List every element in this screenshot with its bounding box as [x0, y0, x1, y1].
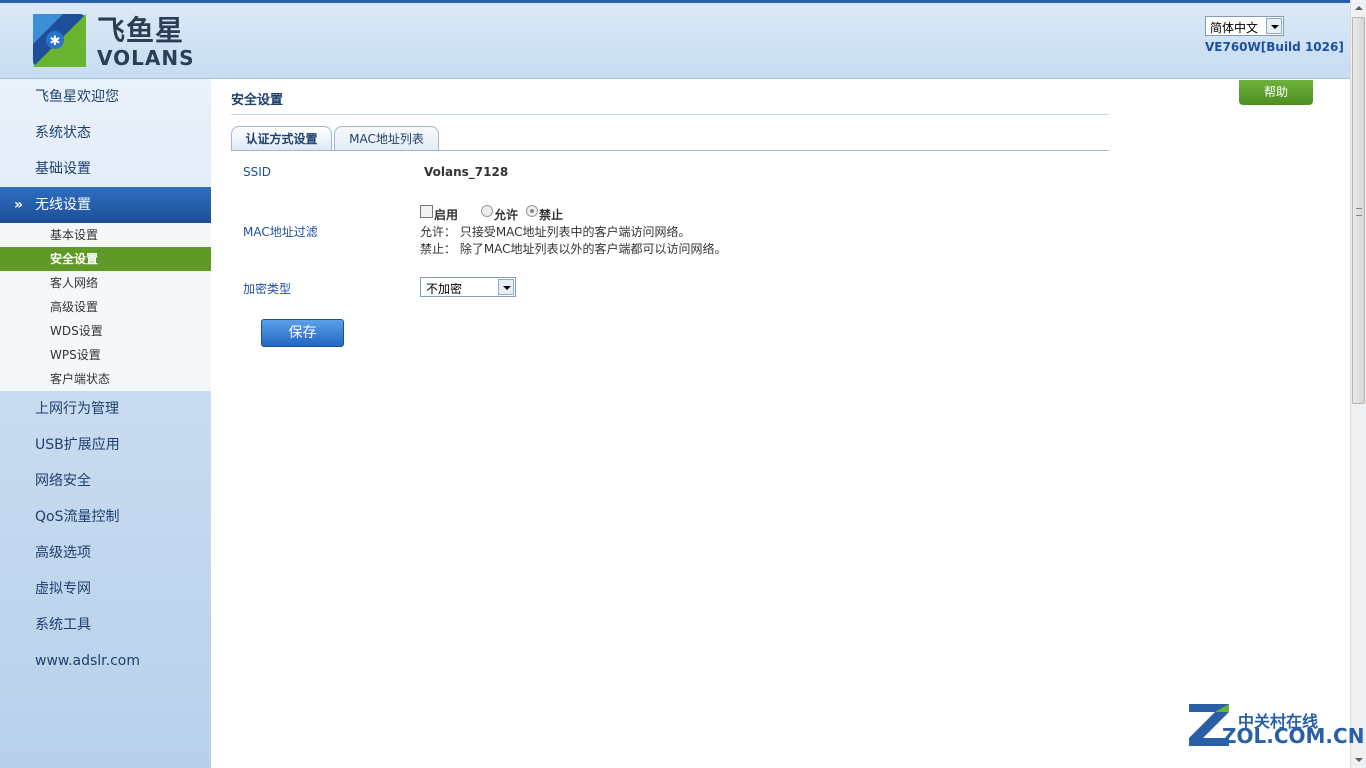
tab-auth-settings[interactable]: 认证方式设置 [231, 126, 332, 151]
submenu-item-client-status[interactable]: 客户端状态 [0, 367, 211, 391]
logo-text-cn: 飞鱼星 [97, 14, 185, 47]
wireless-submenu: 基本设置 安全设置 客人网络 高级设置 WDS设置 WPS设置 客户端状态 [0, 223, 211, 391]
sidebar-item-vpn[interactable]: 虚拟专网 [0, 571, 211, 607]
scroll-thumb[interactable] [1352, 17, 1365, 404]
sidebar-item-qos[interactable]: QoS流量控制 [0, 499, 211, 535]
submenu-item-basic[interactable]: 基本设置 [0, 223, 211, 247]
deny-description: 禁止： 除了MAC地址列表以外的客户端都可以访问网络。 [420, 242, 727, 256]
tab-mac-list[interactable]: MAC地址列表 [334, 126, 439, 151]
deny-radio[interactable] [526, 205, 538, 217]
chevron-down-icon[interactable] [1266, 18, 1282, 34]
sidebar-item-behavior-management[interactable]: 上网行为管理 [0, 391, 211, 427]
save-button[interactable]: 保存 [261, 319, 344, 347]
allow-description: 允许： 只接受MAC地址列表中的客户端访问网络。 [420, 225, 691, 239]
mac-filter-enable-checkbox[interactable] [420, 205, 433, 218]
divider [231, 114, 1109, 115]
allow-radio[interactable] [481, 205, 493, 217]
build-version: VE760W[Build 1026] [1205, 40, 1344, 54]
ssid-value: Volans_7128 [424, 165, 509, 179]
logo-text-en: VOLANS [97, 46, 195, 70]
scroll-up-arrow-icon[interactable] [1351, 0, 1366, 16]
sidebar-item-usb[interactable]: USB扩展应用 [0, 427, 211, 463]
help-button[interactable]: 帮助 [1239, 80, 1313, 105]
vertical-scrollbar[interactable] [1350, 0, 1366, 768]
logo[interactable]: ✱ 飞鱼星 VOLANS [33, 14, 195, 70]
sidebar-item-wireless-settings[interactable]: » 无线设置 [0, 187, 211, 223]
language-select-value: 简体中文 [1210, 21, 1259, 35]
header: ✱ 飞鱼星 VOLANS 简体中文 VE760W[Build 1026] [0, 0, 1350, 79]
page-title: 安全设置 [231, 93, 284, 108]
watermark-text-en: ZOL.COM.CN [1222, 724, 1365, 748]
encryption-select[interactable]: 不加密 [420, 277, 516, 297]
sidebar-lower: 上网行为管理 USB扩展应用 网络安全 QoS流量控制 高级选项 虚拟专网 系统… [0, 391, 211, 768]
deny-label: 禁止 [539, 208, 564, 222]
submenu-item-security[interactable]: 安全设置 [0, 247, 211, 271]
svg-text:✱: ✱ [50, 34, 61, 49]
submenu-item-wds[interactable]: WDS设置 [0, 319, 211, 343]
sidebar-item-basic-settings[interactable]: 基础设置 [0, 151, 211, 187]
enable-label: 启用 [434, 208, 459, 222]
chevron-down-icon[interactable] [498, 279, 514, 295]
sidebar-item-advanced-options[interactable]: 高级选项 [0, 535, 211, 571]
submenu-item-wps[interactable]: WPS设置 [0, 343, 211, 367]
sidebar-item-website-link[interactable]: www.adslr.com [0, 643, 211, 679]
mac-filter-label: MAC地址过滤 [243, 225, 318, 239]
scroll-down-arrow-icon[interactable] [1351, 752, 1366, 768]
sidebar-item-system-status[interactable]: 系统状态 [0, 115, 211, 151]
zol-watermark: 中关村在线 ZOL.COM.CN [1185, 700, 1364, 750]
encryption-select-value: 不加密 [426, 282, 463, 296]
sidebar-item-system-tools[interactable]: 系统工具 [0, 607, 211, 643]
language-select[interactable]: 简体中文 [1205, 16, 1284, 36]
sidebar-item-label: 无线设置 [35, 197, 91, 213]
double-chevron-down-icon: » [14, 197, 24, 213]
sidebar-item-welcome[interactable]: 飞鱼星欢迎您 [0, 79, 211, 115]
submenu-item-guest-network[interactable]: 客人网络 [0, 271, 211, 295]
tab-divider [231, 150, 1109, 151]
ssid-label: SSID [243, 165, 272, 179]
allow-label: 允许 [494, 208, 519, 222]
submenu-item-advanced[interactable]: 高级设置 [0, 295, 211, 319]
volans-logo-icon: ✱ [33, 14, 86, 67]
sidebar-item-network-security[interactable]: 网络安全 [0, 463, 211, 499]
encryption-label: 加密类型 [243, 282, 292, 296]
sidebar: 飞鱼星欢迎您 系统状态 基础设置 » 无线设置 基本设置 安全设置 客人网络 高… [0, 79, 211, 768]
